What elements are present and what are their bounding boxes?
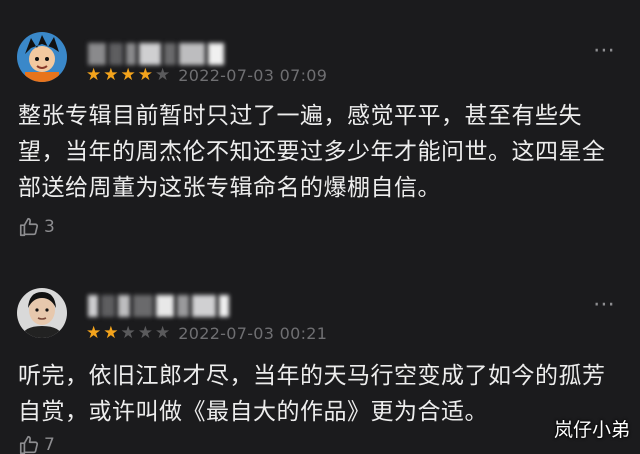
timestamp: 2022-07-03 00:21 [178,323,328,343]
star-icon: ★ [120,64,136,85]
avatar[interactable] [17,32,67,82]
star-icon: ★ [155,322,171,343]
star-icon: ★ [155,64,171,85]
more-icon[interactable]: ⋯ [593,40,616,62]
star-rating: ★ ★ ★ ★ ★ [86,64,171,85]
like-button[interactable]: 3 [18,216,55,238]
thumbs-up-icon [19,435,39,454]
like-count: 3 [44,217,55,237]
star-icon: ★ [103,64,119,85]
more-icon[interactable]: ⋯ [593,294,616,316]
like-count: 7 [44,435,55,454]
comment-meta: ★ ★ ★ ★ ★ 2022-07-03 00:21 [86,322,328,343]
star-icon: ★ [103,322,119,343]
star-icon: ★ [137,322,153,343]
star-icon: ★ [86,322,102,343]
comment-text: 整张专辑目前暂时只过了一遍，感觉平平，甚至有些失望，当年的周杰伦不知还要过多少年… [18,103,606,201]
like-button[interactable]: 7 [18,434,55,454]
comment-text: 听完，依旧江郎才尽，当年的天马行空变成了如今的孤芳自赏，或许叫做《最自大的作品》… [18,363,606,425]
star-icon: ★ [120,322,136,343]
username-blurred[interactable] [88,42,227,66]
timestamp: 2022-07-03 07:09 [178,65,328,85]
comment-meta: ★ ★ ★ ★ ★ 2022-07-03 07:09 [86,64,328,85]
watermark: 岚仔小弟 [553,419,630,441]
thumbs-up-icon [19,217,39,237]
comment-item: ★ ★ ★ ★ ★ 2022-07-03 07:09 ⋯ 整张专辑目前暂时只过了… [0,0,640,256]
comment-list: ★ ★ ★ ★ ★ 2022-07-03 07:09 ⋯ 整张专辑目前暂时只过了… [0,0,640,454]
star-icon: ★ [137,64,153,85]
star-rating: ★ ★ ★ ★ ★ [86,322,171,343]
comment-item: ★ ★ ★ ★ ★ 2022-07-03 00:21 ⋯ 听完，依旧江郎才尽，当… [0,280,640,454]
username-blurred[interactable] [88,294,232,318]
avatar[interactable] [17,288,67,338]
star-icon: ★ [86,64,102,85]
